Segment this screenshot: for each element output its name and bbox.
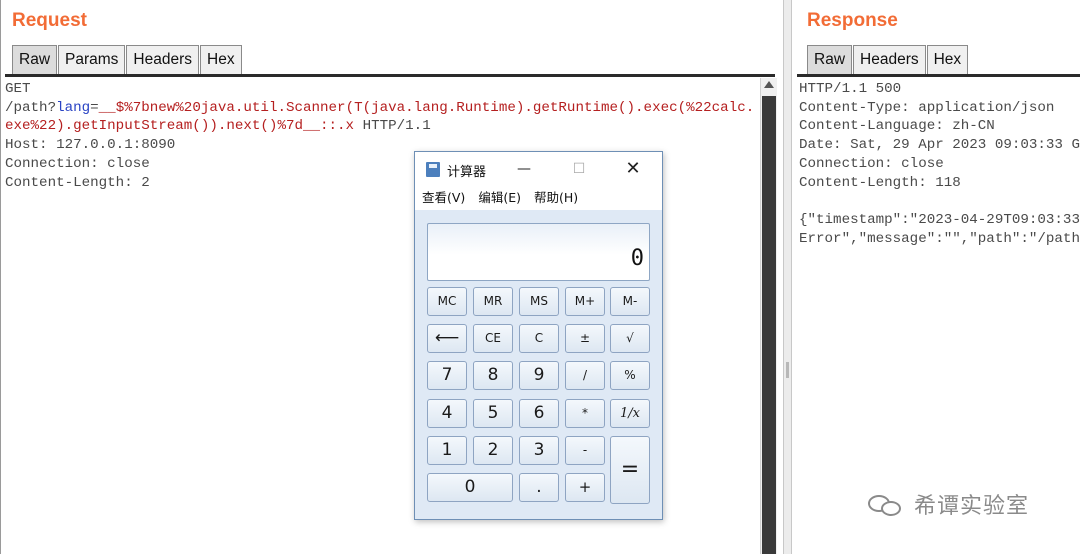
response-header-connection: Connection: close (799, 155, 944, 172)
key-m-minus[interactable]: M- (610, 287, 650, 316)
key-7[interactable]: 7 (427, 361, 467, 390)
key-percent[interactable]: % (610, 361, 650, 390)
key-add[interactable]: + (565, 473, 605, 502)
key-5[interactable]: 5 (473, 399, 513, 428)
calculator-window[interactable]: 计算器 — ☐ ✕ 查看(V) 编辑(E) 帮助(H) 0 MC MR MS M… (414, 151, 663, 520)
request-param-value-cont: exe%22).getInputStream()).next()%7d__::.… (5, 118, 355, 135)
response-status-line: HTTP/1.1 500 (799, 81, 902, 97)
tab-headers[interactable]: Headers (853, 45, 926, 74)
request-param-eq: = (90, 99, 99, 116)
tab-raw[interactable]: Raw (12, 45, 58, 74)
response-tabs: Raw Headers Hex (807, 45, 969, 74)
request-line-path-cont: exe%22).getInputStream()).next()%7d__::.… (5, 118, 431, 134)
request-line-method: GET (5, 81, 31, 97)
request-scrollbar[interactable] (760, 78, 777, 554)
scroll-up-icon[interactable] (764, 81, 774, 88)
request-header-host: Host: 127.0.0.1:8090 (5, 137, 176, 154)
key-ms[interactable]: MS (519, 287, 559, 316)
key-mc[interactable]: MC (427, 287, 467, 316)
calculator-display-value: 0 (630, 246, 644, 271)
response-header-content-length: Content-Length: 118 (799, 174, 961, 191)
close-button[interactable]: ✕ (612, 152, 654, 186)
key-subtract[interactable]: - (565, 436, 605, 465)
menu-help[interactable]: 帮助(H) (534, 186, 578, 210)
calculator-menubar: 查看(V) 编辑(E) 帮助(H) (415, 186, 662, 210)
tab-params[interactable]: Params (58, 45, 126, 74)
tab-raw[interactable]: Raw (807, 45, 853, 74)
backspace-key[interactable]: ⟵ (427, 324, 467, 353)
tab-hex[interactable]: Hex (926, 45, 969, 74)
minimize-button[interactable]: — (503, 152, 545, 186)
request-panel: Request Raw Params Headers Hex GET /path… (1, 0, 783, 554)
calculator-app-icon (426, 162, 440, 177)
splitter-grip-icon[interactable] (786, 362, 789, 378)
request-param-value: __$%7bnew%20java.util.Scanner(T(java.lan… (98, 99, 755, 116)
key-ce[interactable]: CE (473, 324, 513, 353)
key-4[interactable]: 4 (427, 399, 467, 428)
panel-splitter[interactable] (783, 0, 792, 554)
response-tab-underline (797, 74, 1080, 77)
response-header-content-language: Content-Language: zh-CN (799, 118, 995, 135)
calculator-titlebar[interactable]: 计算器 — ☐ ✕ (415, 152, 662, 186)
tab-headers[interactable]: Headers (126, 45, 200, 74)
response-panel: Response Raw Headers Hex HTTP/1.1 500 Co… (792, 0, 1080, 554)
request-param-name: lang (56, 99, 91, 116)
response-body-line-2: Error","message":"","path":"/path (799, 230, 1080, 247)
watermark-text: 希谭实验室 (914, 494, 1030, 519)
tab-hex[interactable]: Hex (200, 45, 242, 74)
key-9[interactable]: 9 (519, 361, 559, 390)
request-header-content-length: Content-Length: 2 (5, 174, 150, 191)
menu-edit[interactable]: 编辑(E) (478, 186, 521, 210)
key-divide[interactable]: / (565, 361, 605, 390)
key-multiply[interactable]: * (565, 399, 605, 428)
response-viewer[interactable]: HTTP/1.1 500 Content-Type: application/j… (799, 80, 1080, 248)
response-header-content-type: Content-Type: application/json (799, 99, 1055, 116)
key-8[interactable]: 8 (473, 361, 513, 390)
key-2[interactable]: 2 (473, 436, 513, 465)
key-plus-minus[interactable]: ± (565, 324, 605, 353)
request-tabs: Raw Params Headers Hex (12, 45, 243, 74)
calculator-display: 0 (427, 223, 650, 281)
key-1[interactable]: 1 (427, 436, 467, 465)
request-scroll-thumb[interactable] (762, 96, 776, 554)
key-equals[interactable]: = (610, 436, 650, 504)
request-header-connection: Connection: close (5, 155, 150, 172)
key-6[interactable]: 6 (519, 399, 559, 428)
key-0[interactable]: 0 (427, 473, 513, 502)
response-title: Response (807, 10, 898, 31)
request-path-prefix: /path? (5, 99, 57, 116)
key-decimal[interactable]: . (519, 473, 559, 502)
response-header-date: Date: Sat, 29 Apr 2023 09:03:33 G (799, 137, 1080, 154)
request-title: Request (12, 10, 87, 31)
response-body-line-1: {"timestamp":"2023-04-29T09:03:33 (799, 211, 1080, 228)
key-sqrt[interactable]: √ (610, 324, 650, 353)
menu-view[interactable]: 查看(V) (422, 186, 465, 210)
key-m-plus[interactable]: M+ (565, 287, 605, 316)
request-tab-underline (5, 74, 775, 77)
maximize-button[interactable]: ☐ (558, 152, 600, 186)
key-3[interactable]: 3 (519, 436, 559, 465)
key-reciprocal[interactable]: 1/x (610, 399, 650, 428)
wechat-icon (866, 489, 906, 519)
request-line-path: /path?lang=__$%7bnew%20java.util.Scanner… (5, 100, 754, 116)
key-mr[interactable]: MR (473, 287, 513, 316)
calculator-title: 计算器 (447, 165, 487, 180)
watermark: 希谭实验室 (866, 488, 1029, 520)
request-http-version: HTTP/1.1 (354, 118, 431, 135)
key-c[interactable]: C (519, 324, 559, 353)
